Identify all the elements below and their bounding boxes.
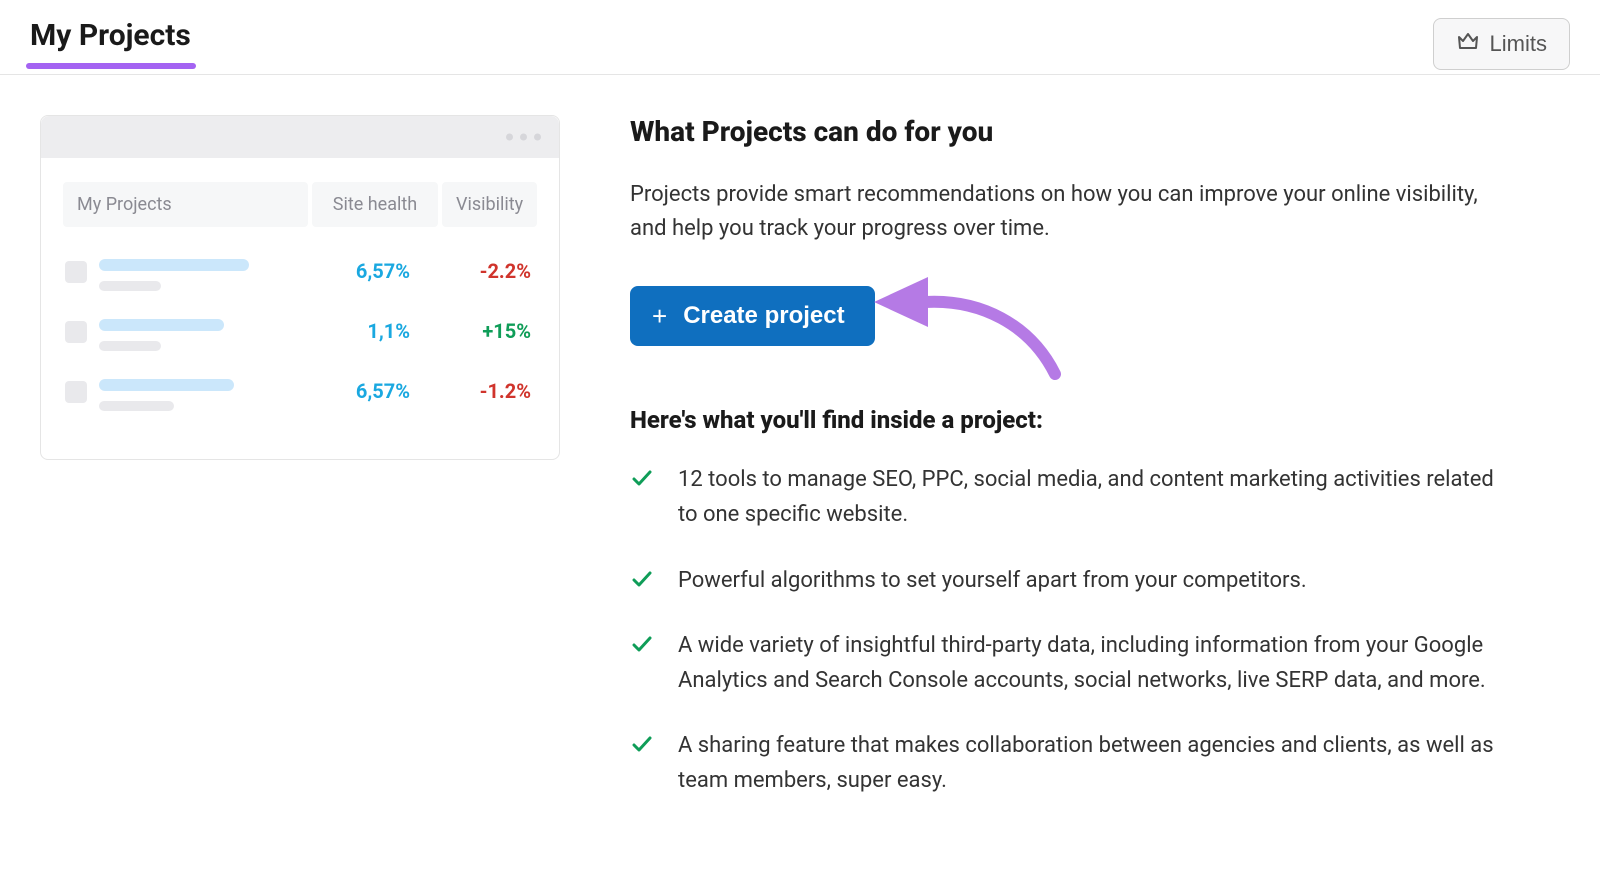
col-header-name: My Projects bbox=[63, 182, 308, 227]
check-icon bbox=[630, 466, 656, 494]
crown-icon bbox=[1456, 29, 1480, 59]
row-name-placeholder bbox=[99, 259, 290, 291]
page-title-wrap: My Projects bbox=[30, 18, 191, 63]
table-row: 1,1% +15% bbox=[63, 309, 537, 369]
create-row: + Create project bbox=[630, 286, 1500, 356]
row-health-value: 6,57% bbox=[302, 259, 428, 283]
row-visibility-value: +15% bbox=[440, 319, 535, 343]
create-project-button[interactable]: + Create project bbox=[630, 286, 875, 346]
title-underline-annotation bbox=[26, 63, 196, 69]
preview-window-titlebar bbox=[41, 116, 559, 158]
content-column: What Projects can do for you Projects pr… bbox=[630, 115, 1560, 829]
row-icon-placeholder bbox=[65, 321, 87, 343]
preview-table-header: My Projects Site health Visibility bbox=[63, 182, 537, 227]
row-visibility-value: -1.2% bbox=[440, 379, 535, 403]
page-title: My Projects bbox=[30, 18, 191, 63]
table-row: 6,57% -2.2% bbox=[63, 249, 537, 309]
row-health-value: 1,1% bbox=[302, 319, 428, 343]
list-item: Powerful algorithms to set yourself apar… bbox=[630, 563, 1500, 598]
preview-body: My Projects Site health Visibility 6,57%… bbox=[41, 158, 559, 459]
feature-text: Powerful algorithms to set yourself apar… bbox=[678, 563, 1307, 598]
preview-column: My Projects Site health Visibility 6,57%… bbox=[40, 115, 560, 460]
limits-button[interactable]: Limits bbox=[1433, 18, 1570, 70]
page-header: My Projects Limits bbox=[0, 0, 1600, 75]
window-dots-icon bbox=[506, 134, 541, 141]
list-item: 12 tools to manage SEO, PPC, social medi… bbox=[630, 462, 1500, 532]
row-visibility-value: -2.2% bbox=[440, 259, 535, 283]
col-header-visibility: Visibility bbox=[442, 182, 537, 227]
annotation-arrow-icon bbox=[870, 274, 1070, 388]
col-header-health: Site health bbox=[312, 182, 438, 227]
main-content: My Projects Site health Visibility 6,57%… bbox=[0, 75, 1600, 829]
feature-text: 12 tools to manage SEO, PPC, social medi… bbox=[678, 462, 1498, 532]
row-name-placeholder bbox=[99, 379, 290, 411]
table-row: 6,57% -1.2% bbox=[63, 369, 537, 429]
section-title: What Projects can do for you bbox=[630, 115, 1500, 148]
features-title: Here's what you'll find inside a project… bbox=[630, 406, 1500, 434]
feature-list: 12 tools to manage SEO, PPC, social medi… bbox=[630, 462, 1500, 798]
create-project-label: Create project bbox=[683, 302, 844, 330]
check-icon bbox=[630, 567, 656, 595]
limits-label: Limits bbox=[1490, 31, 1547, 57]
row-health-value: 6,57% bbox=[302, 379, 428, 403]
row-name-placeholder bbox=[99, 319, 290, 351]
preview-card: My Projects Site health Visibility 6,57%… bbox=[40, 115, 560, 460]
list-item: A sharing feature that makes collaborati… bbox=[630, 728, 1500, 798]
feature-text: A wide variety of insightful third-party… bbox=[678, 628, 1498, 698]
check-icon bbox=[630, 732, 656, 760]
plus-icon: + bbox=[652, 303, 667, 329]
feature-text: A sharing feature that makes collaborati… bbox=[678, 728, 1498, 798]
row-icon-placeholder bbox=[65, 261, 87, 283]
check-icon bbox=[630, 632, 656, 660]
row-icon-placeholder bbox=[65, 381, 87, 403]
list-item: A wide variety of insightful third-party… bbox=[630, 628, 1500, 698]
intro-text: Projects provide smart recommendations o… bbox=[630, 178, 1500, 246]
